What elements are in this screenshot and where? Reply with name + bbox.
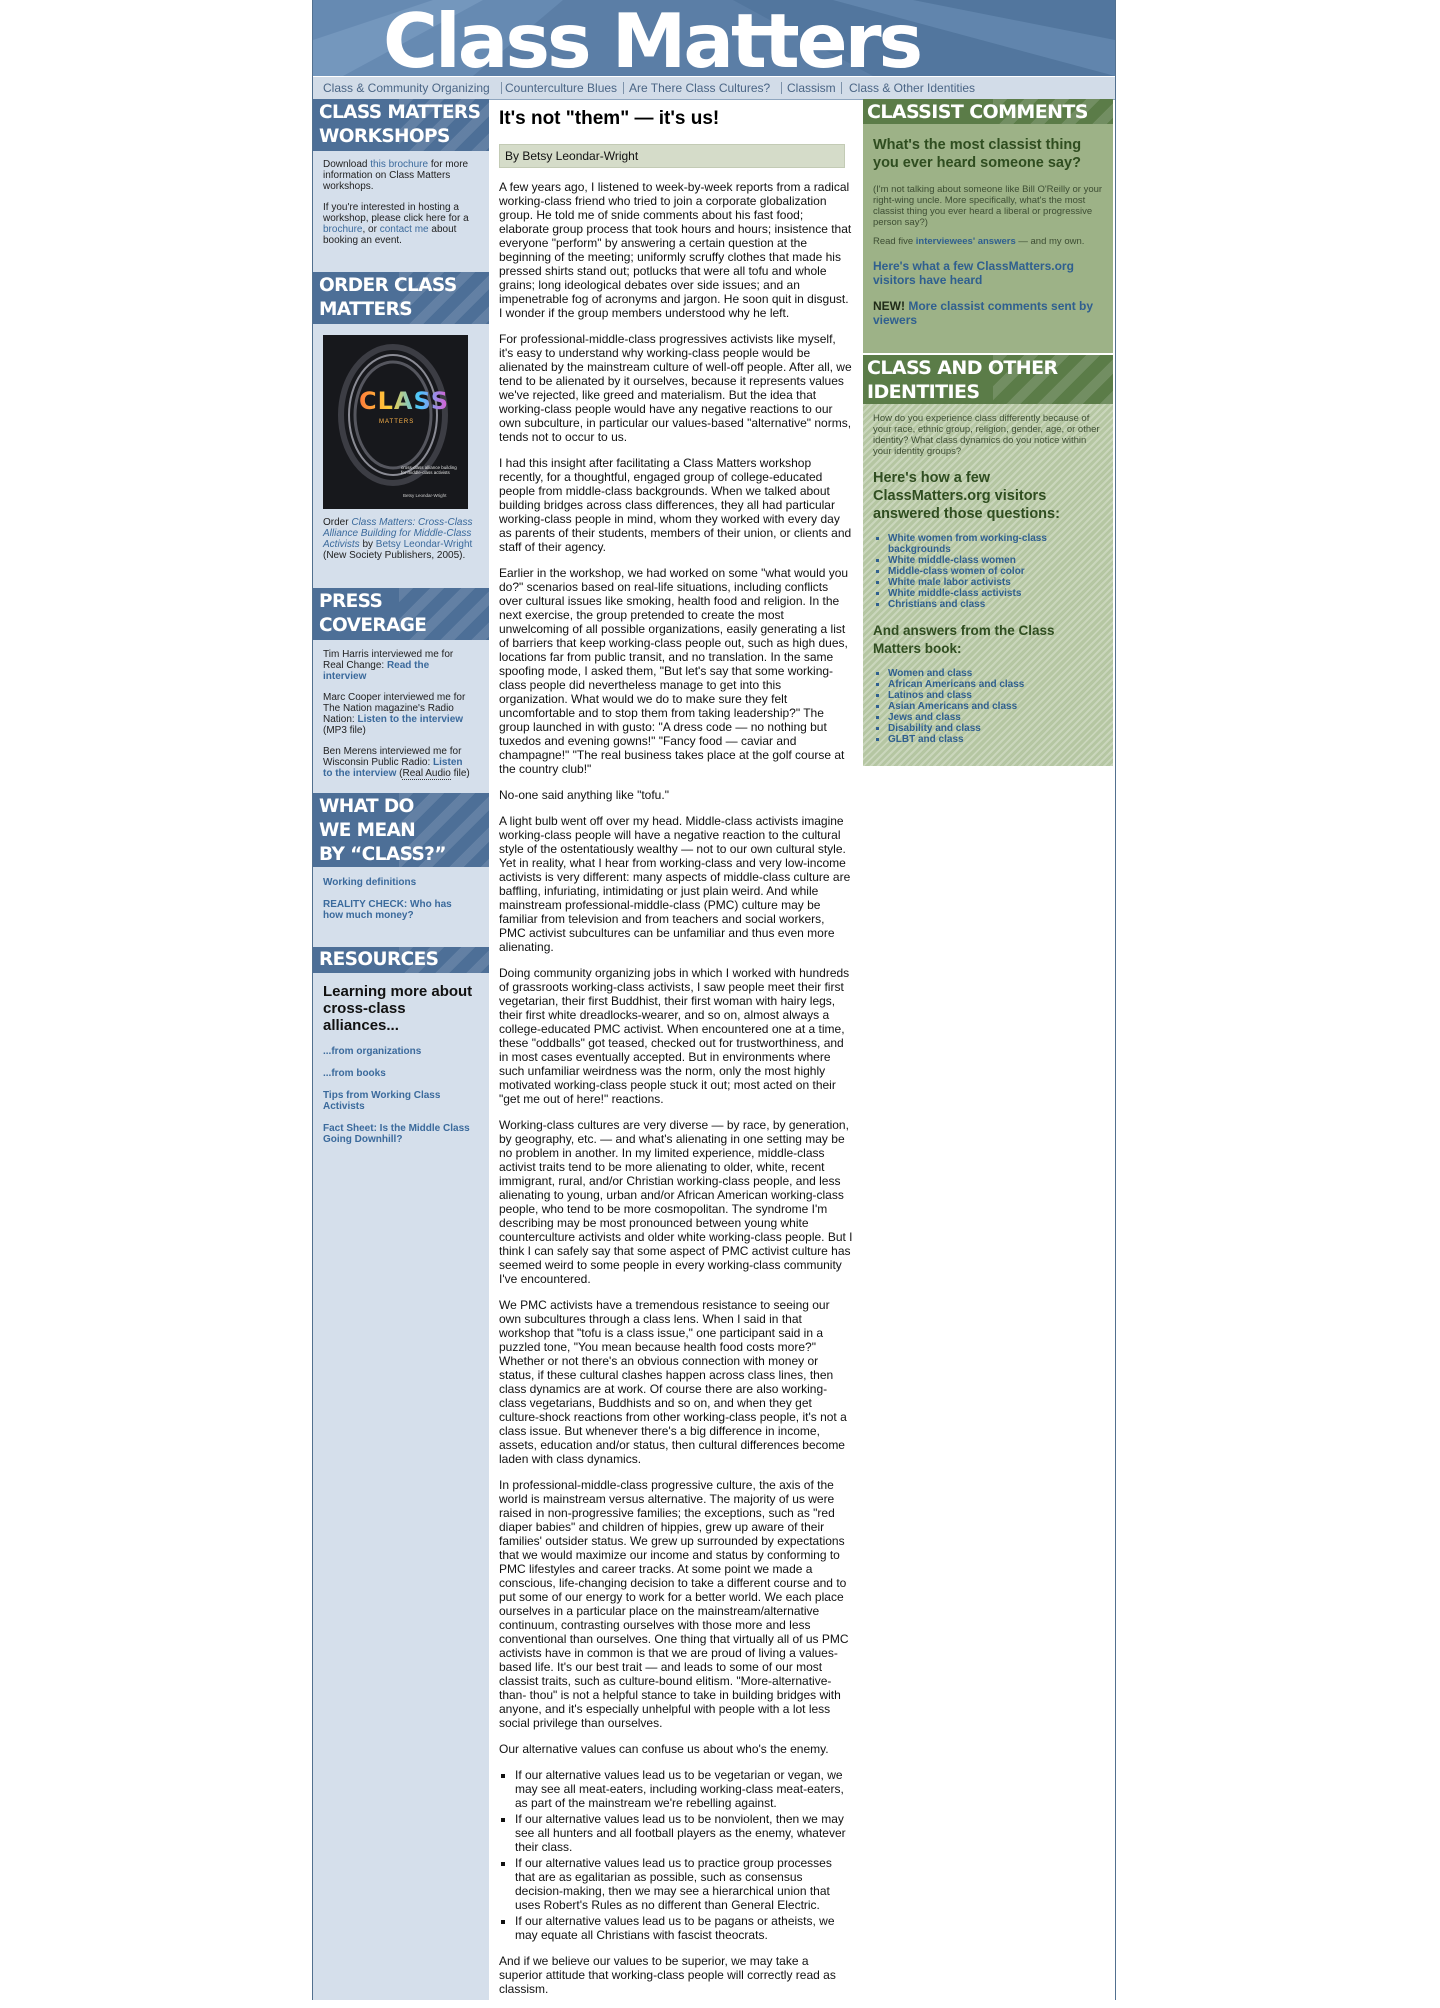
- article-byline: By Betsy Leondar-Wright: [499, 144, 845, 168]
- book-cover-tagline: cross-class alliance building for middle…: [401, 465, 457, 475]
- interviewees-line: Read five interviewees' answers — and my…: [873, 236, 1085, 247]
- meaning-heading: WHAT DO WE MEAN BY “CLASS?”: [313, 793, 489, 867]
- classist-comments-box: CLASSIST COMMENTS What's the most classi…: [863, 99, 1113, 353]
- answer-link-male-labor-activists[interactable]: White male labor activists: [888, 577, 1103, 588]
- answer-link-women-of-color[interactable]: Middle-class women of color: [888, 566, 1103, 577]
- workshops-box: CLASS MATTERS WORKSHOPS Download this br…: [313, 99, 489, 249]
- classist-note: (I'm not talking about someone like Bill…: [873, 184, 1103, 228]
- order-text: Order Class Matters: Cross-Class Allianc…: [323, 517, 473, 561]
- identities-heading: CLASS AND OTHER IDENTITIES: [863, 355, 1113, 404]
- brochure-link-2[interactable]: brochure: [323, 224, 362, 235]
- resources-links: Learning more about cross-class alliance…: [323, 983, 473, 1156]
- article-paragraph: Our alternative values can confuse us ab…: [499, 1742, 829, 1756]
- article-paragraph: No-one said anything like "tofu.": [499, 788, 669, 802]
- classist-comments-body: What's the most classist thing you ever …: [873, 136, 1103, 339]
- book-cover-author: Betsy Leondar-Wright: [403, 493, 447, 498]
- nav-item-community-organizing[interactable]: Class & Community Organizing: [323, 77, 490, 99]
- organizations-link[interactable]: ...from organizations: [323, 1046, 421, 1057]
- press-heading: PRESS COVERAGE OF CLASS MATTERS: [313, 588, 489, 640]
- article-paragraph: Working-class cultures are very diverse …: [499, 1118, 853, 1286]
- article-paragraph: In professional-middle-class progressive…: [499, 1478, 849, 1730]
- book-link-asian-americans[interactable]: Asian Americans and class: [888, 701, 1103, 712]
- site-title[interactable]: Class Matters: [383, 0, 923, 76]
- nav-separator: [623, 82, 624, 94]
- working-definitions-link[interactable]: Working definitions: [323, 877, 416, 888]
- workshops-text: Download this brochure for more informat…: [323, 159, 469, 246]
- list-item: If our alternative values lead us to be …: [515, 1812, 853, 1854]
- resources-subheading: Learning more about cross-class alliance…: [323, 983, 473, 1034]
- article-paragraph: For professional-middle-class progressiv…: [499, 332, 852, 444]
- book-cover-subtitle: MATTERS: [379, 419, 415, 425]
- answer-link-white-middle-class-women[interactable]: White middle-class women: [888, 555, 1103, 566]
- site-banner: Class Matters: [313, 0, 1115, 76]
- alternative-values-list: If our alternative values lead us to be …: [499, 1768, 853, 1942]
- meaning-box: WHAT DO WE MEAN BY “CLASS?” Working defi…: [313, 793, 489, 933]
- meaning-links: Working definitions REALITY CHECK: Who h…: [323, 877, 473, 932]
- press-text: Tim Harris interviewed me for Real Chang…: [323, 649, 470, 780]
- identities-body: How do you experience class differently …: [873, 413, 1103, 757]
- page: Class Matters Class & Community Organizi…: [312, 0, 1116, 2000]
- working-class-tips-link[interactable]: Tips from Working Class Activists: [323, 1090, 440, 1112]
- article-paragraph: Doing community organizing jobs in which…: [499, 966, 850, 1106]
- book-link-disability[interactable]: Disability and class: [888, 723, 1103, 734]
- article-paragraph: We PMC activists have a tremendous resis…: [499, 1298, 847, 1466]
- author-link[interactable]: Betsy Leondar-Wright: [376, 539, 473, 550]
- nav-item-counterculture-blues[interactable]: Counterculture Blues: [505, 77, 617, 99]
- article-body: A few years ago, I listened to week-by-w…: [499, 180, 853, 2008]
- nav-separator: [501, 82, 502, 94]
- brochure-link[interactable]: this brochure: [370, 159, 428, 170]
- middle-class-fact-sheet-link[interactable]: Fact Sheet: Is the Middle Class Going Do…: [323, 1123, 470, 1145]
- book-link-african-americans[interactable]: African Americans and class: [888, 679, 1103, 690]
- book-link-jews[interactable]: Jews and class: [888, 712, 1103, 723]
- resources-box: RESOURCES Learning more about cross-clas…: [313, 947, 489, 1167]
- list-item: If our alternative values lead us to pra…: [515, 1856, 853, 1912]
- resources-heading: RESOURCES: [313, 947, 489, 973]
- identities-box: CLASS AND OTHER IDENTITIES How do you ex…: [863, 355, 1113, 766]
- list-item: If our alternative values lead us to be …: [515, 1768, 853, 1810]
- nav-separator: [841, 82, 842, 94]
- nav-separator: [781, 82, 782, 94]
- radio-nation-interview-link[interactable]: Listen to the interview: [357, 714, 463, 725]
- order-heading: ORDER CLASS MATTERS: [313, 272, 489, 324]
- main-content: It's not "them" — it's us! By Betsy Leon…: [489, 99, 855, 2000]
- book-link-latinos[interactable]: Latinos and class: [888, 690, 1103, 701]
- visitor-answers-list: White women from working-class backgroun…: [873, 533, 1103, 610]
- book-cover-title: CLASS: [359, 387, 449, 415]
- contact-link[interactable]: contact me: [380, 224, 429, 235]
- list-item: If our alternative values lead us to be …: [515, 1914, 853, 1942]
- classist-comments-heading: CLASSIST COMMENTS: [863, 99, 1113, 124]
- top-nav: Class & Community Organizing Countercult…: [313, 76, 1115, 100]
- nav-item-class-cultures[interactable]: Are There Class Cultures?: [629, 77, 770, 99]
- visitor-answers-heading: Here's how a few ClassMatters.org visito…: [873, 470, 1060, 522]
- workshops-heading: CLASS MATTERS WORKSHOPS: [313, 99, 489, 151]
- answer-link-white-women[interactable]: White women from working-class backgroun…: [888, 533, 1103, 555]
- reality-check-link[interactable]: REALITY CHECK: Who has how much money?: [323, 899, 452, 921]
- answer-link-christians[interactable]: Christians and class: [888, 599, 1103, 610]
- book-cover-image[interactable]: CLASS MATTERS cross-class alliance build…: [323, 335, 468, 509]
- book-answers-heading: And answers from the Class Matters book:: [873, 623, 1055, 656]
- left-sidebar: CLASS MATTERS WORKSHOPS Download this br…: [313, 99, 489, 2000]
- book-link-women[interactable]: Women and class: [888, 668, 1103, 679]
- article-title: It's not "them" — it's us!: [499, 108, 720, 129]
- visitors-heard-link[interactable]: Here's what a few ClassMatters.org visit…: [873, 259, 1103, 287]
- press-box: PRESS COVERAGE OF CLASS MATTERS Tim Harr…: [313, 588, 489, 780]
- article-paragraph: A few years ago, I listened to week-by-w…: [499, 180, 852, 320]
- identities-intro: How do you experience class differently …: [873, 413, 1100, 457]
- books-link[interactable]: ...from books: [323, 1068, 386, 1079]
- interviewees-answers-link[interactable]: interviewees' answers: [916, 236, 1016, 247]
- more-comments-line: NEW! More classist comments sent by view…: [873, 299, 1094, 327]
- nav-item-other-identities[interactable]: Class & Other Identities: [849, 77, 975, 99]
- real-audio-abbr: Real Audio: [402, 768, 451, 780]
- article-paragraph: I had this insight after facilitating a …: [499, 456, 852, 554]
- classist-question: What's the most classist thing you ever …: [873, 137, 1082, 171]
- book-link-glbt[interactable]: GLBT and class: [888, 734, 1103, 745]
- article-paragraph: Earlier in the workshop, we had worked o…: [499, 566, 849, 776]
- answer-link-middle-class-activists[interactable]: White middle-class activists: [888, 588, 1103, 599]
- book-answers-list: Women and class African Americans and cl…: [873, 668, 1103, 745]
- nav-item-classism[interactable]: Classism: [787, 77, 836, 99]
- article-paragraph: And if we believe our values to be super…: [499, 1954, 836, 1996]
- article-paragraph: A light bulb went off over my head. Midd…: [499, 814, 851, 954]
